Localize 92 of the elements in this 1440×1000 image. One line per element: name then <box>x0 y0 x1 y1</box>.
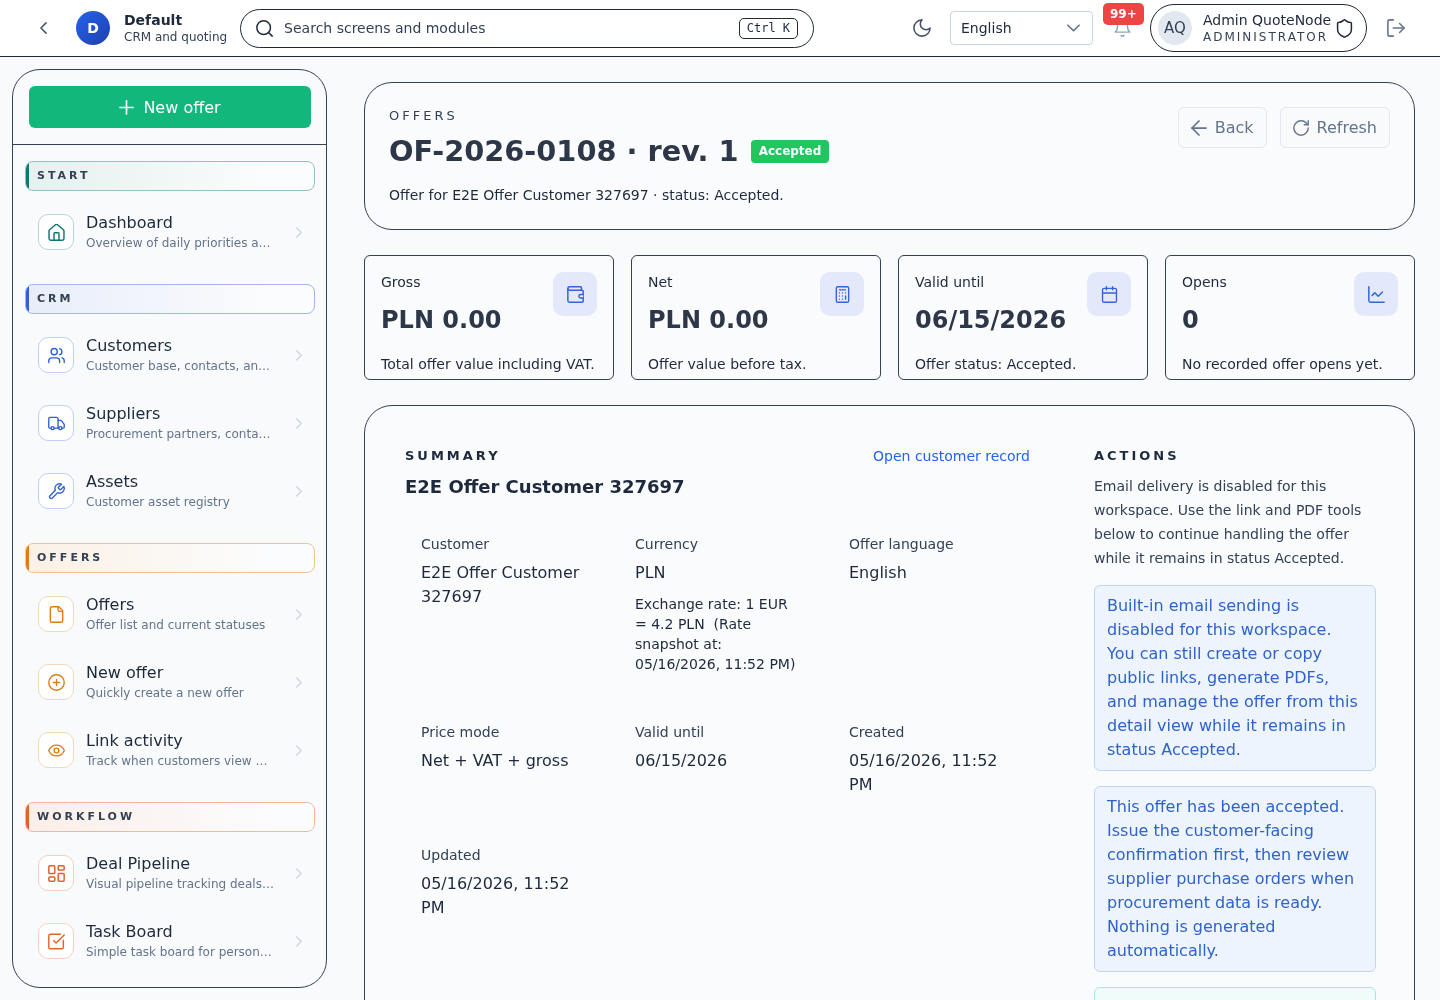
field-value: PLN <box>635 562 667 584</box>
plus-icon <box>119 99 135 115</box>
nav-link[interactable]: Link activity Track when customers view … <box>25 720 315 780</box>
chevron-right-icon <box>296 867 302 879</box>
section-label: SUMMARY <box>405 447 501 465</box>
logout-icon <box>1387 19 1405 37</box>
page-subtitle: Offer for E2E Offer Customer 327697 · status: Accepted. <box>389 186 785 205</box>
chevron-right-icon <box>296 226 302 238</box>
stat-label: Opens <box>1182 273 1228 292</box>
nav-link[interactable]: New offer Quickly create a new offer <box>25 652 315 712</box>
chevron-right-icon <box>296 417 302 429</box>
chevron-right-icon <box>296 935 302 947</box>
field-value: 05/16/2026, 11:52 PM <box>421 873 571 919</box>
wallet-icon <box>553 272 597 316</box>
back-button[interactable]: Back <box>1177 107 1267 148</box>
notification-count: 99+ <box>1103 3 1144 25</box>
section-label: ACTIONS <box>1094 447 1181 465</box>
theme-toggle-button[interactable] <box>912 18 932 38</box>
field-label: Customer <box>421 535 490 554</box>
user-menu[interactable]: AQ Admin QuoteNode ADMINISTRATOR <box>1150 4 1367 52</box>
stat-value: 06/15/2026 <box>915 305 1068 336</box>
workspace-subtitle: CRM and quoting <box>124 29 228 45</box>
document-icon <box>38 596 74 632</box>
calculator-icon <box>820 272 864 316</box>
nav-link[interactable]: Task Board Simple task board for person… <box>25 911 315 971</box>
stat-label: Gross <box>381 273 422 292</box>
field-label: Offer language <box>849 535 955 554</box>
chevron-down-icon <box>1067 24 1080 32</box>
wrench-icon <box>38 473 74 509</box>
calendar-icon <box>1087 272 1131 316</box>
field-note: Exchange rate: 1 EUR = 4.2 PLN (Rate snapshot at: 05/16/2026, 11:52 PM) <box>635 595 797 674</box>
nav-link[interactable]: Assets Customer asset registry <box>25 461 315 521</box>
shield-icon <box>1336 18 1353 38</box>
user-avatar: AQ <box>1158 11 1192 45</box>
workspace-name: Default <box>124 11 184 29</box>
actions-description: Email delivery is disabled for this workspace. Use the link and PDF tools below to continue handling the offer while it remains in status Accepted. <box>1094 477 1363 568</box>
field-value: 06/15/2026 <box>635 750 729 772</box>
field-value: English <box>849 562 908 584</box>
section-title: START <box>36 169 91 183</box>
chevron-right-icon <box>296 744 302 756</box>
customer-name: E2E Offer Customer 327697 <box>405 475 686 499</box>
logout-button[interactable] <box>1387 19 1405 37</box>
line-chart-icon <box>1354 272 1398 316</box>
nav-link[interactable]: Dashboard Overview of daily priorities a… <box>25 202 315 262</box>
search-icon <box>256 19 274 37</box>
nav-link[interactable]: Suppliers Procurement partners, conta… <box>25 393 315 453</box>
field-value: Net + VAT + gross <box>421 750 570 772</box>
stat-value: PLN 0.00 <box>381 305 503 336</box>
house-icon <box>38 214 74 250</box>
field-value: E2E Offer Customer 327697 <box>421 562 581 608</box>
stat-label: Valid until <box>915 273 986 292</box>
nav-link[interactable]: Customers Customer base, contacts, an… <box>25 325 315 385</box>
field-value: 05/16/2026, 11:52 PM <box>849 750 999 796</box>
section-title: OFFERS <box>36 551 104 565</box>
chevron-right-icon <box>296 608 302 620</box>
back-button[interactable] <box>37 19 49 37</box>
stat-caption: Offer status: Accepted. <box>915 355 1078 374</box>
refresh-icon <box>1292 119 1309 136</box>
workspace-logo: D <box>76 11 110 45</box>
field-label: Price mode <box>421 723 501 742</box>
chevron-right-icon <box>296 676 302 688</box>
grid-icon <box>38 855 74 891</box>
truck-icon <box>38 405 74 441</box>
people-icon <box>38 337 74 373</box>
checkbox-icon <box>38 923 74 959</box>
stat-caption: No recorded offer opens yet. <box>1182 355 1384 374</box>
customer-record-link[interactable]: Open customer record <box>873 446 1030 466</box>
stat-caption: Total offer value including VAT. <box>381 355 596 374</box>
stat-caption: Offer value before tax. <box>648 355 808 374</box>
status-badge: Accepted <box>750 139 830 163</box>
refresh-button[interactable]: Refresh <box>1279 107 1390 148</box>
notice-box: This offer has been accepted. Issue the customer-facing confirmation first, then review supplier purchase orders when procurement data is ready. Nothing is generated automatically. <box>1094 786 1376 972</box>
page-eyebrow: OFFERS <box>389 107 459 125</box>
chevron-right-icon <box>296 349 302 361</box>
field-label: Created <box>849 723 906 742</box>
nav-link[interactable]: Offers Offer list and current statuses <box>25 584 315 644</box>
field-label: Currency <box>635 535 700 554</box>
page-title: OF-2026-0108 · rev. 1 <box>389 133 739 169</box>
field-label: Valid until <box>635 723 706 742</box>
field-label: Updated <box>421 846 482 865</box>
notice-box: Built-in email sending is disabled for this workspace. You can still create or copy public links, generate PDFs, and manage the offer from this detail view while it remains in status Accepted. <box>1094 585 1376 771</box>
language-select[interactable]: English <box>950 11 1093 45</box>
stat-value: 0 <box>1182 305 1200 336</box>
moon-icon <box>913 19 931 37</box>
nav-link[interactable]: Deal Pipeline Visual pipeline tracking deals… <box>25 843 315 903</box>
section-title: CRM <box>36 292 74 306</box>
chevron-left-icon <box>39 22 47 34</box>
section-title: WORKFLOW <box>36 810 136 824</box>
stat-value: PLN 0.00 <box>648 305 770 336</box>
eye-icon <box>38 732 74 768</box>
stat-label: Net <box>648 273 674 292</box>
chevron-right-icon <box>296 485 302 497</box>
